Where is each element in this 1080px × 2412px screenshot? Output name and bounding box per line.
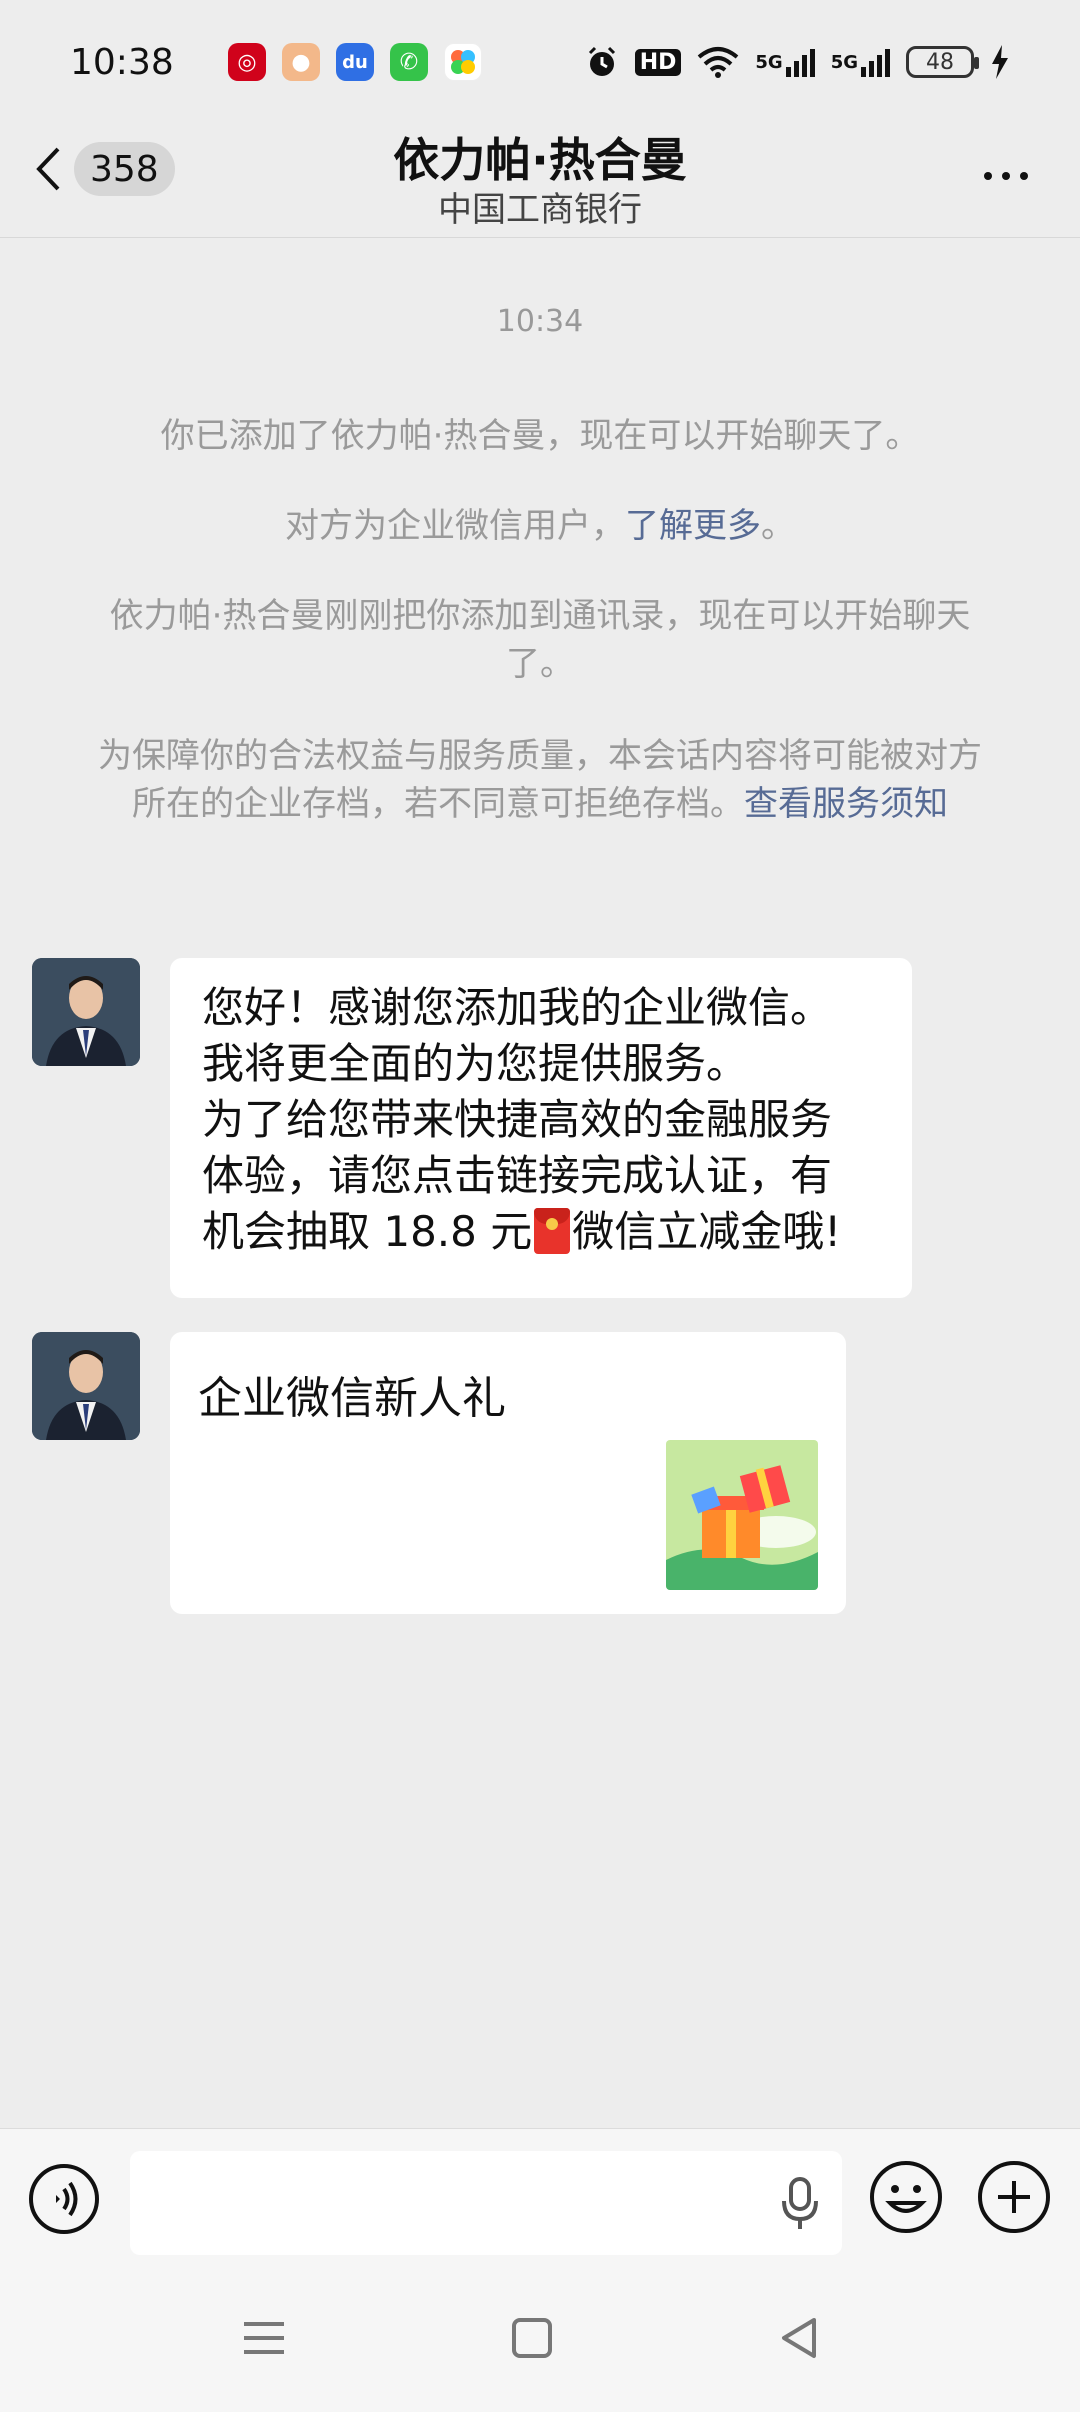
- chat-header: 358 依力帕·热合曼 中国工商银行: [0, 124, 1080, 238]
- chat-title: 依力帕·热合曼: [393, 133, 687, 187]
- learn-more-link[interactable]: 了解更多: [625, 506, 761, 546]
- voice-input-button[interactable]: [28, 2163, 100, 2235]
- more-dot-icon: [1020, 172, 1028, 180]
- colorful-app-icon: [444, 43, 482, 81]
- service-terms-link[interactable]: 查看服务须知: [744, 784, 948, 824]
- link-card-message[interactable]: 企业微信新人礼: [170, 1332, 846, 1614]
- message-timestamp: 10:34: [496, 304, 584, 339]
- system-message-added: 你已添加了依力帕·热合曼，现在可以开始聊天了。: [160, 416, 920, 456]
- more-options-button[interactable]: [984, 172, 1028, 180]
- emoji-button[interactable]: [868, 2159, 944, 2235]
- phone-app-icon: ✆: [390, 43, 428, 81]
- red-envelope-icon: [534, 1208, 571, 1254]
- card-title: 企业微信新人礼: [198, 1373, 506, 1424]
- status-time: 10:38: [70, 41, 174, 83]
- icbc-app-icon: ◎: [228, 43, 266, 81]
- message-bubble-text[interactable]: 您好！感谢您添加我的企业微信。 我将更全面的为您提供服务。 为了给您带来快捷高效…: [170, 958, 912, 1298]
- system-message-archive: 为保障你的合法权益与服务质量，本会话内容将可能被对方所在的企业存档，若不同意可拒…: [98, 736, 982, 824]
- system-navigation-bar: [0, 2264, 1080, 2412]
- status-bar: 10:38 ◎ ● du ✆ HD 5G 5G 48: [0, 0, 1080, 124]
- more-dot-icon: [1002, 172, 1010, 180]
- signal-icon-1: 5G: [755, 47, 815, 77]
- gift-thumbnail: [666, 1440, 818, 1590]
- battery-indicator: 48: [906, 46, 979, 78]
- more-dot-icon: [984, 172, 992, 180]
- menu-icon[interactable]: [234, 2308, 294, 2368]
- home-icon[interactable]: [502, 2308, 562, 2368]
- notification-icons: ◎ ● du ✆: [228, 43, 482, 81]
- sender-avatar[interactable]: [32, 1332, 140, 1440]
- message-input[interactable]: [130, 2151, 842, 2255]
- signal-icon-2: 5G: [831, 47, 890, 77]
- microphone-icon[interactable]: [780, 2175, 820, 2231]
- wifi-icon: [697, 45, 739, 79]
- hd-icon: HD: [634, 48, 682, 76]
- back-triangle-icon[interactable]: [770, 2308, 830, 2368]
- baidu-app-icon: du: [336, 43, 374, 81]
- chat-subtitle: 中国工商银行: [438, 190, 642, 230]
- charging-icon: [990, 45, 1010, 79]
- pet-app-icon: ●: [282, 43, 320, 81]
- alarm-icon: [585, 45, 619, 79]
- sender-avatar[interactable]: [32, 958, 140, 1066]
- input-bar: [0, 2128, 1080, 2264]
- system-message-enterprise: 对方为企业微信用户，了解更多。: [285, 506, 795, 546]
- more-actions-button[interactable]: [976, 2159, 1052, 2235]
- system-message-contact-added: 依力帕·热合曼刚刚把你添加到通讯录，现在可以开始聊天了。: [109, 596, 971, 684]
